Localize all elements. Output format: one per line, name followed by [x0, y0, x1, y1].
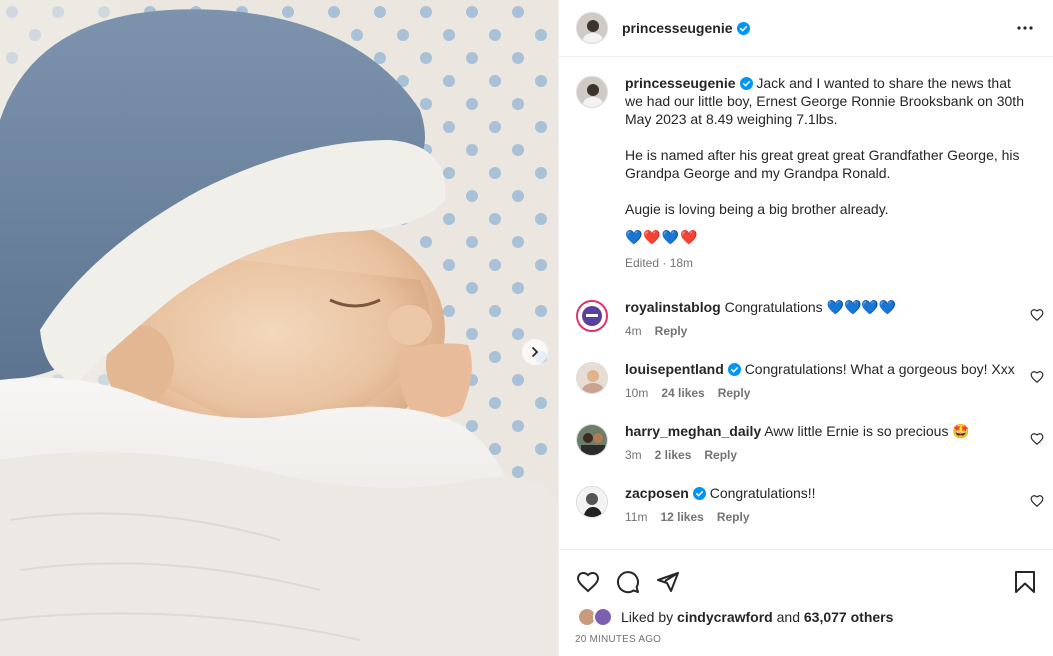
comments-list[interactable]: princesseugenie Jack and I wanted to sha…	[559, 58, 1053, 549]
reply-button[interactable]: Reply	[655, 322, 688, 340]
reply-button[interactable]: Reply	[704, 446, 737, 464]
liked-by-label: Liked by	[621, 609, 674, 625]
comment-time: 10m	[625, 386, 649, 400]
like-button[interactable]	[575, 569, 601, 595]
more-horizontal-icon	[1017, 26, 1033, 30]
comment-body: louisepentland Congratulations! What a g…	[625, 360, 1025, 402]
comment-body: zacposen Congratulations!! 11m 12 likes …	[625, 484, 1025, 526]
caption: princesseugenie Jack and I wanted to sha…	[559, 74, 1053, 272]
comment-button[interactable]	[615, 569, 641, 595]
comment-text: Congratulations 💙💙💙💙	[724, 299, 897, 315]
author-avatar[interactable]	[576, 76, 608, 108]
verified-badge-icon	[736, 21, 750, 35]
more-options-button[interactable]	[1013, 16, 1037, 40]
comment-likes-count[interactable]: 12 likes	[660, 508, 703, 526]
commenter-avatar[interactable]	[576, 486, 608, 518]
heart-icon	[576, 571, 600, 593]
comment-meta: 3m 2 likes Reply	[625, 446, 1025, 464]
post-header: princesseugenie	[559, 0, 1053, 57]
liked-by-user[interactable]: cindycrawford	[677, 609, 773, 625]
comment-text: Congratulations! What a gorgeous boy! Xx…	[744, 361, 1015, 377]
comment-likes-count[interactable]: 24 likes	[661, 384, 704, 402]
caption-body: princesseugenie Jack and I wanted to sha…	[625, 74, 1025, 272]
caption-username[interactable]: princesseugenie	[625, 75, 736, 91]
like-comment-heart-icon[interactable]	[1030, 308, 1044, 322]
royal-logo-image	[578, 302, 606, 330]
comment-time: 11m	[625, 510, 648, 524]
author-avatar[interactable]	[576, 12, 608, 44]
commenter-username[interactable]: louisepentland	[625, 361, 724, 377]
post-dialog: princesseugenie princesseugenie Jack and…	[0, 0, 1053, 656]
profile-photo	[577, 13, 607, 43]
edited-label: Edited · 18m	[625, 256, 694, 270]
bookmark-icon	[1015, 571, 1035, 593]
commenter-username[interactable]: royalinstablog	[625, 299, 721, 315]
comment-body: harry_meghan_daily Aww little Ernie is s…	[625, 422, 1025, 464]
caption-meta: Edited · 18m	[625, 254, 1025, 272]
author-username[interactable]: princesseugenie	[622, 20, 733, 36]
comment-text: Congratulations!!	[709, 485, 816, 501]
comment-meta: 4m Reply	[625, 322, 1025, 340]
comment-item: zacposen Congratulations!! 11m 12 likes …	[559, 484, 1053, 526]
reply-button[interactable]: Reply	[717, 508, 750, 526]
post-timestamp[interactable]: 20 MINUTES AGO	[559, 634, 1053, 645]
verified-badge-icon	[739, 77, 753, 90]
verified-badge-icon	[727, 363, 741, 376]
reply-button[interactable]: Reply	[718, 384, 751, 402]
comment-item: royalinstablog Congratulations 💙💙💙💙 4m R…	[559, 298, 1053, 340]
comment-time: 3m	[625, 448, 642, 462]
verified-badge-icon	[692, 487, 706, 500]
like-comment-heart-icon[interactable]	[1030, 432, 1044, 446]
comment-meta: 11m 12 likes Reply	[625, 508, 1025, 526]
profile-photo	[577, 77, 607, 107]
liked-and-label: and	[776, 609, 800, 625]
caption-emoji: 💙❤️💙❤️	[625, 229, 699, 245]
baby-photo-image	[0, 0, 558, 656]
liker-avatars[interactable]	[577, 607, 615, 627]
like-comment-heart-icon[interactable]	[1030, 494, 1044, 508]
post-actions: Liked by cindycrawford and 63,077 others…	[559, 549, 1053, 656]
caption-paragraph: princesseugenie Jack and I wanted to sha…	[625, 74, 1025, 128]
save-button[interactable]	[1012, 569, 1038, 595]
comment-bubble-icon	[617, 571, 639, 594]
share-button[interactable]	[655, 569, 681, 595]
comment-meta: 10m 24 likes Reply	[625, 384, 1025, 402]
caption-paragraph: Augie is loving being a big brother alre…	[625, 201, 889, 217]
profile-photo	[577, 363, 607, 393]
comment-item: harry_meghan_daily Aww little Ernie is s…	[559, 422, 1053, 464]
comment-item: louisepentland Congratulations! What a g…	[559, 360, 1053, 402]
caption-paragraph: He is named after his great great great …	[625, 147, 1020, 181]
like-comment-heart-icon[interactable]	[1030, 370, 1044, 384]
liker-avatar	[593, 607, 613, 627]
next-photo-button[interactable]	[522, 339, 548, 365]
commenter-username[interactable]: harry_meghan_daily	[625, 423, 761, 439]
commenter-avatar[interactable]	[576, 300, 608, 332]
chevron-right-icon	[532, 347, 539, 357]
commenter-avatar[interactable]	[576, 362, 608, 394]
profile-photo	[577, 425, 607, 455]
comment-likes-count[interactable]: 2 likes	[655, 446, 692, 464]
profile-photo	[577, 487, 607, 517]
post-sidebar: princesseugenie princesseugenie Jack and…	[558, 0, 1053, 656]
action-bar	[559, 550, 1053, 602]
likes-count[interactable]: 63,077 others	[804, 609, 894, 625]
post-photo	[0, 0, 558, 656]
commenter-username[interactable]: zacposen	[625, 485, 689, 501]
commenter-avatar[interactable]	[576, 424, 608, 456]
comment-body: royalinstablog Congratulations 💙💙💙💙 4m R…	[625, 298, 1025, 340]
comment-text: Aww little Ernie is so precious 🤩	[764, 423, 970, 439]
likes-summary: Liked by cindycrawford and 63,077 others	[559, 602, 1053, 630]
comment-time: 4m	[625, 324, 642, 338]
paper-plane-icon	[657, 572, 679, 592]
